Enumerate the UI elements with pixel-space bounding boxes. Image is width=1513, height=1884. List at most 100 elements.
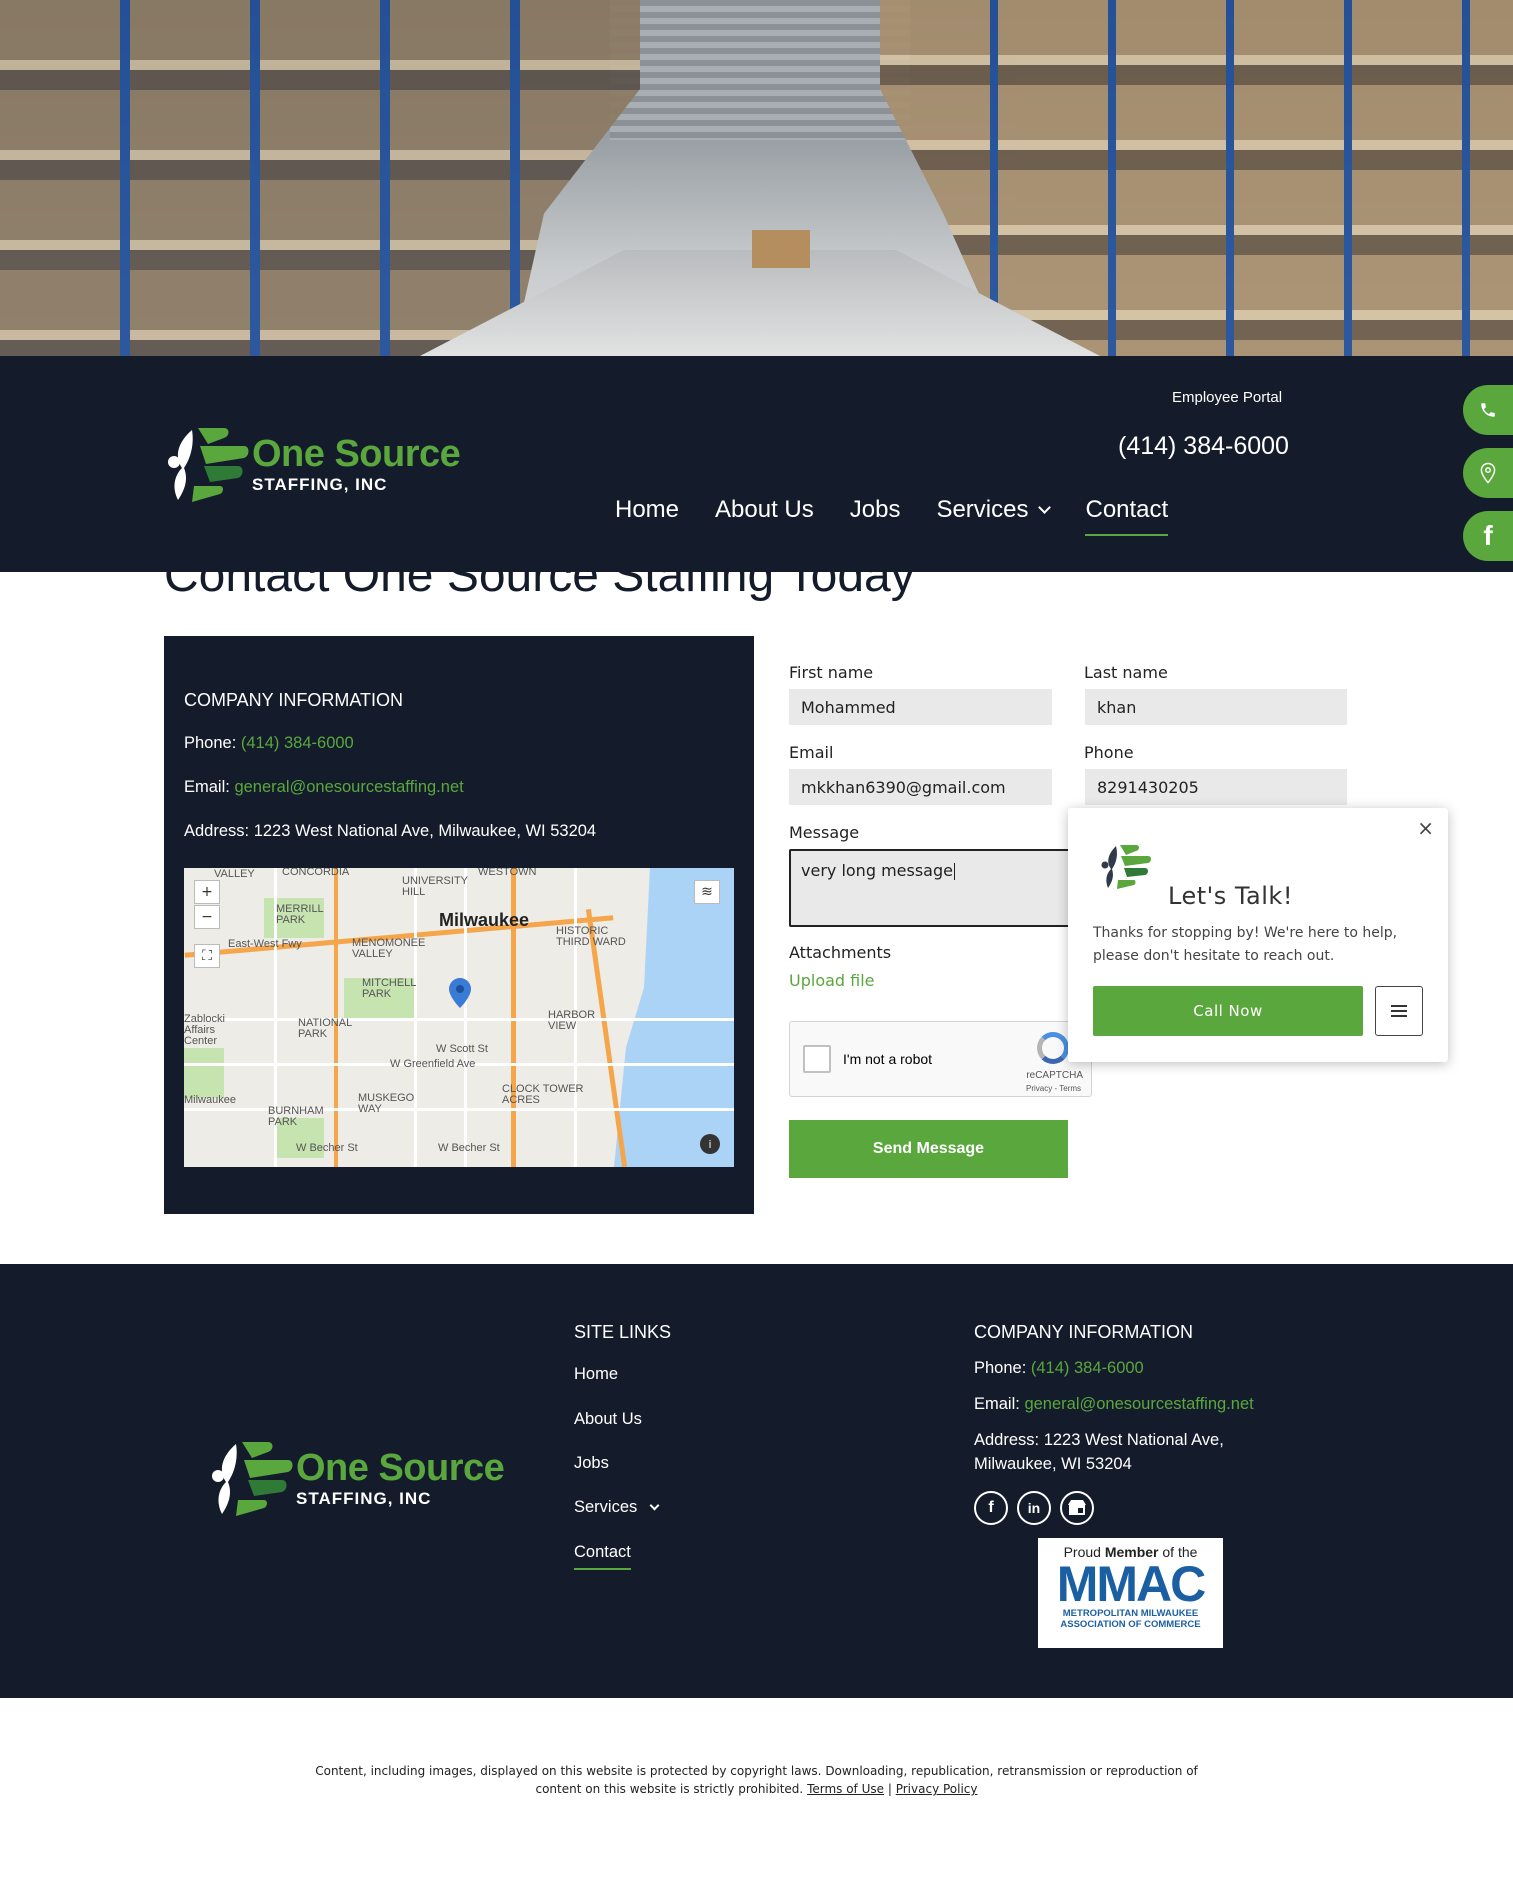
map-label: CLOCK TOWER ACRES xyxy=(502,1083,584,1106)
map-label: East-West Fwy xyxy=(228,938,302,950)
company-phone-link[interactable]: (414) 384-6000 xyxy=(241,734,354,752)
company-info-heading: COMPANY INFORMATION xyxy=(184,690,404,710)
nav-contact[interactable]: Contact xyxy=(1085,496,1168,536)
footer-email-link[interactable]: general@onesourcestaffing.net xyxy=(1024,1395,1253,1413)
site-header: One Source STAFFING, INC Employee Portal… xyxy=(0,356,1513,572)
side-facebook-button[interactable]: f xyxy=(1463,511,1513,561)
nav-about-us[interactable]: About Us xyxy=(715,496,814,524)
mmac-line2: METROPOLITAN MILWAUKEE xyxy=(1062,1608,1199,1619)
recaptcha-checkbox[interactable] xyxy=(803,1045,831,1073)
recaptcha-terms[interactable]: Privacy - Terms xyxy=(1026,1084,1081,1093)
side-location-button[interactable] xyxy=(1463,448,1513,498)
map-info-icon[interactable]: i xyxy=(700,1134,720,1154)
map-label: MITCHELL PARK xyxy=(362,977,416,1000)
footer-link-about-us[interactable]: About Us xyxy=(574,1410,642,1429)
message-label: Message xyxy=(789,823,860,842)
copyright-text: Content, including images, displayed on … xyxy=(315,1764,1198,1796)
map-label: MUSKEGO WAY xyxy=(358,1092,415,1115)
header-logo[interactable]: One Source STAFFING, INC xyxy=(164,426,461,504)
main-nav: Home About Us Jobs Services Contact xyxy=(615,496,1204,536)
map-zoom-in-button[interactable]: + xyxy=(194,880,220,904)
footer-link-home[interactable]: Home xyxy=(574,1365,618,1384)
popup-menu-button[interactable] xyxy=(1375,986,1423,1036)
map-label: W Greenfield Ave xyxy=(390,1058,476,1070)
company-email-link[interactable]: general@onesourcestaffing.net xyxy=(234,778,463,796)
footer-company-heading: COMPANY INFORMATION xyxy=(974,1322,1194,1342)
map-label: CONCORDIA xyxy=(282,868,350,878)
footer-phone-link[interactable]: (414) 384-6000 xyxy=(1031,1359,1144,1377)
upload-file-link[interactable]: Upload file xyxy=(789,971,875,990)
send-message-button[interactable]: Send Message xyxy=(789,1120,1068,1178)
nav-services[interactable]: Services xyxy=(936,496,1052,524)
privacy-policy-link[interactable]: Privacy Policy xyxy=(896,1782,978,1796)
map-city-label: Milwaukee xyxy=(439,910,530,930)
message-textarea[interactable]: very long message xyxy=(789,849,1089,927)
footer-link-services[interactable]: Services xyxy=(574,1498,660,1517)
recaptcha-logo-icon xyxy=(1037,1032,1069,1064)
map-label: HISTORIC THIRD WARD xyxy=(556,925,626,948)
map-embed[interactable]: VALLEY CONCORDIA WESTOWN UNIVERSITY HILL… xyxy=(184,868,734,1167)
hamburger-menu-icon xyxy=(1391,1005,1407,1017)
facebook-icon: f xyxy=(988,1499,994,1516)
map-label: HARBOR VIEW xyxy=(548,1009,596,1032)
footer-address-line1: Address: 1223 West National Ave, xyxy=(974,1431,1224,1449)
map-label: WESTOWN xyxy=(478,868,537,878)
logo-mark-icon xyxy=(168,428,249,502)
footer-facebook-button[interactable]: f xyxy=(974,1491,1008,1525)
message-text: very long message xyxy=(801,861,953,880)
linkedin-icon: in xyxy=(1027,1500,1041,1516)
email-input[interactable]: mkkhan6390@gmail.com xyxy=(789,769,1052,805)
recaptcha-brand: reCAPTCHA xyxy=(1026,1070,1083,1081)
nav-jobs[interactable]: Jobs xyxy=(850,496,901,524)
map-road xyxy=(184,1108,734,1111)
footer-google-business-button[interactable] xyxy=(1060,1491,1094,1525)
phone-input[interactable]: 8291430205 xyxy=(1085,769,1347,805)
nav-home[interactable]: Home xyxy=(615,496,679,524)
footer-link-contact[interactable]: Contact xyxy=(574,1543,631,1570)
footer-logo[interactable]: One Source STAFFING, INC xyxy=(208,1440,505,1518)
recaptcha-widget: I'm not a robot reCAPTCHA Privacy - Term… xyxy=(789,1021,1092,1097)
recaptcha-label: I'm not a robot xyxy=(843,1051,933,1067)
mmac-line3: ASSOCIATION OF COMMERCE xyxy=(1060,1619,1201,1630)
logo-mark-icon xyxy=(212,1442,293,1516)
page-title: Contact One Source Staffing Today xyxy=(164,549,915,602)
map-zoom-out-button[interactable]: − xyxy=(194,905,220,929)
map-pin-icon[interactable] xyxy=(449,978,471,1008)
footer-linkedin-button[interactable]: in xyxy=(1017,1491,1051,1525)
copyright-separator: | xyxy=(887,1782,892,1796)
map-park xyxy=(184,1048,224,1098)
close-icon[interactable]: × xyxy=(1417,816,1434,840)
terms-of-use-link[interactable]: Terms of Use xyxy=(807,1782,884,1796)
map-label: UNIVERSITY HILL xyxy=(402,875,468,898)
last-name-input[interactable]: khan xyxy=(1085,689,1347,725)
map-label: Milwaukee xyxy=(184,1094,236,1106)
mmac-badge[interactable]: Proud Member of the MMAC METROPOLITAN MI… xyxy=(1038,1538,1223,1648)
call-now-button[interactable]: Call Now xyxy=(1093,986,1363,1036)
company-address: Address: 1223 West National Ave, Milwauk… xyxy=(184,822,597,840)
footer-link-jobs[interactable]: Jobs xyxy=(574,1454,609,1473)
hero-pallet xyxy=(752,230,810,268)
side-phone-button[interactable] xyxy=(1463,385,1513,435)
header-phone-link[interactable]: (414) 384-6000 xyxy=(1118,432,1289,461)
hero-ceiling xyxy=(610,0,910,140)
footer-email-label: Email: xyxy=(974,1395,1025,1413)
map-layers-icon[interactable]: ≋ xyxy=(694,880,720,904)
chevron-down-icon xyxy=(1038,500,1052,514)
company-phone-line: Phone: (414) 384-6000 xyxy=(184,734,354,753)
email-label: Email: xyxy=(184,778,235,796)
map-road xyxy=(414,868,417,1167)
first-name-input[interactable]: Mohammed xyxy=(789,689,1052,725)
attachments-label: Attachments xyxy=(789,943,892,962)
text-caret xyxy=(953,863,955,880)
hero-image xyxy=(0,0,1513,356)
logo-sub: STAFFING, INC xyxy=(296,1489,432,1508)
company-info-panel: COMPANY INFORMATION Phone: (414) 384-600… xyxy=(164,636,754,1214)
map-label: Zablocki Affairs Center xyxy=(184,1013,225,1047)
footer-email-line: Email: general@onesourcestaffing.net xyxy=(974,1392,1254,1416)
map-fullscreen-icon[interactable]: ⛶ xyxy=(194,944,220,968)
map-label: W Scott St xyxy=(436,1043,488,1055)
employee-portal-link[interactable]: Employee Portal xyxy=(1172,389,1282,406)
chevron-down-icon xyxy=(649,1500,660,1511)
site-links-heading: SITE LINKS xyxy=(574,1322,672,1342)
chat-popup: × Let's Talk! Thanks for stopping by! We… xyxy=(1068,808,1448,1062)
